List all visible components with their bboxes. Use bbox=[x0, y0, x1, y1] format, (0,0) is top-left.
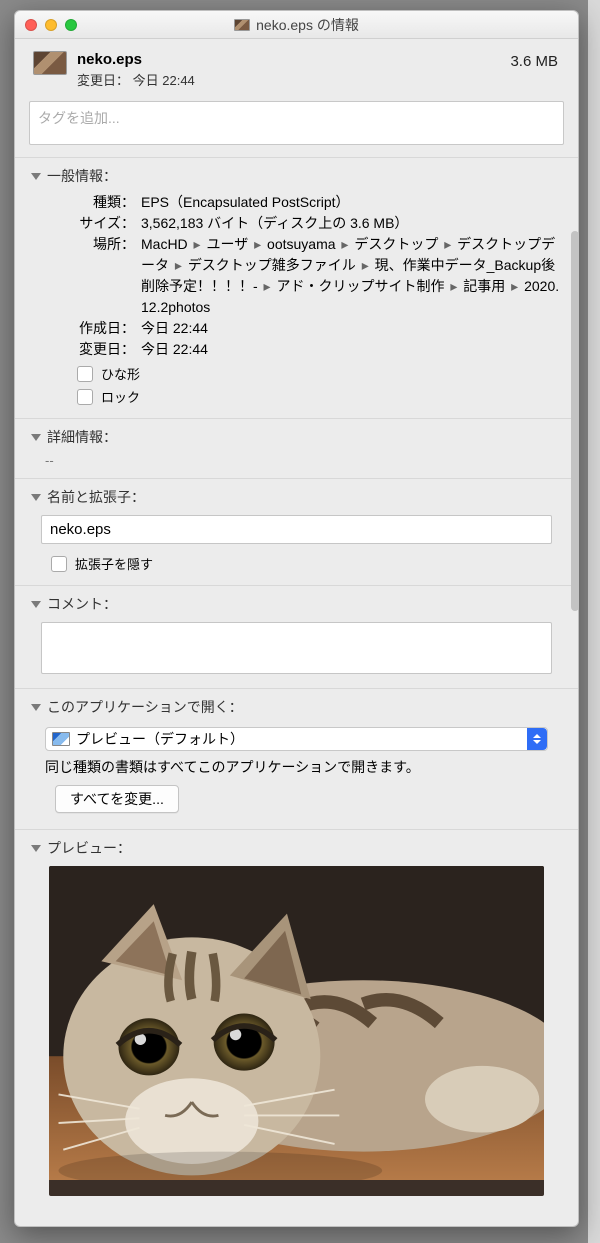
where-value: MacHD ▸ ユーザ ▸ ootsuyama ▸ デスクトップ ▸ デスクトッ… bbox=[141, 234, 562, 318]
stationery-label: ひな形 bbox=[101, 364, 140, 383]
where-label: 場所： bbox=[71, 234, 135, 318]
file-icon bbox=[234, 19, 250, 31]
open-with-note: 同じ種類の書類はすべてこのアプリケーションで開きます。 bbox=[31, 757, 562, 785]
file-name: neko.eps bbox=[77, 51, 195, 68]
section-name-header[interactable]: 名前と拡張子： bbox=[31, 487, 562, 507]
section-preview: プレビュー： bbox=[15, 829, 578, 1206]
comments-textarea[interactable] bbox=[41, 622, 552, 674]
file-header: neko.eps 変更日： 今日 22:44 3.6 MB bbox=[15, 39, 578, 97]
section-more-info: 詳細情報： -- bbox=[15, 418, 578, 478]
tags-input[interactable]: タグを追加... bbox=[29, 101, 564, 145]
section-general-header[interactable]: 一般情報： bbox=[31, 166, 562, 186]
kind-label: 種類： bbox=[71, 192, 135, 213]
stationery-checkbox[interactable] bbox=[77, 366, 93, 382]
created-value: 今日 22:44 bbox=[141, 318, 562, 339]
section-comments-header[interactable]: コメント： bbox=[31, 594, 562, 614]
kind-value: EPS（Encapsulated PostScript） bbox=[141, 192, 562, 213]
file-thumbnail-icon bbox=[33, 51, 67, 75]
stationery-checkbox-row: ひな形 bbox=[77, 364, 562, 383]
hide-ext-checkbox[interactable] bbox=[51, 556, 67, 572]
locked-checkbox-row: ロック bbox=[77, 387, 562, 406]
close-icon[interactable] bbox=[25, 19, 37, 31]
section-open-with-header[interactable]: このアプリケーションで開く： bbox=[31, 697, 562, 717]
file-modified: 変更日： 今日 22:44 bbox=[77, 70, 195, 89]
chevron-down-icon bbox=[31, 601, 41, 608]
section-general: 一般情報： 種類： EPS（Encapsulated PostScript） サ… bbox=[15, 157, 578, 418]
app-icon bbox=[52, 732, 70, 746]
chevron-down-icon bbox=[31, 704, 41, 711]
chevron-down-icon bbox=[31, 845, 41, 852]
chevron-down-icon bbox=[31, 434, 41, 441]
hide-ext-label: 拡張子を隠す bbox=[75, 554, 153, 573]
more-info-empty: -- bbox=[31, 447, 562, 468]
locked-label: ロック bbox=[101, 387, 140, 406]
traffic-lights bbox=[15, 19, 77, 31]
modified-label: 変更日： bbox=[71, 339, 135, 360]
locked-checkbox[interactable] bbox=[77, 389, 93, 405]
select-caret-icon bbox=[527, 728, 547, 750]
section-more-header[interactable]: 詳細情報： bbox=[31, 427, 562, 447]
section-preview-header[interactable]: プレビュー： bbox=[31, 838, 562, 858]
preview-image bbox=[49, 866, 544, 1196]
file-size: 3.6 MB bbox=[510, 53, 558, 70]
change-all-button[interactable]: すべてを変更... bbox=[55, 785, 179, 813]
titlebar[interactable]: neko.eps の情報 bbox=[15, 11, 578, 39]
background-strip bbox=[588, 0, 600, 1243]
info-window: neko.eps の情報 neko.eps 変更日： 今日 22:44 3.6 … bbox=[14, 10, 579, 1227]
chevron-down-icon bbox=[31, 494, 41, 501]
window-title: neko.eps の情報 bbox=[15, 15, 578, 35]
open-with-select[interactable]: プレビュー（デフォルト） bbox=[45, 727, 548, 751]
scrollbar-thumb[interactable] bbox=[571, 231, 579, 611]
section-open-with: このアプリケーションで開く： プレビュー（デフォルト） 同じ種類の書類はすべてこ… bbox=[15, 688, 578, 829]
minimize-icon[interactable] bbox=[45, 19, 57, 31]
name-ext-input[interactable]: neko.eps bbox=[41, 515, 552, 544]
size-value: 3,562,183 バイト（ディスク上の 3.6 MB） bbox=[141, 213, 562, 234]
modified-value: 今日 22:44 bbox=[141, 339, 562, 360]
zoom-icon[interactable] bbox=[65, 19, 77, 31]
created-label: 作成日： bbox=[71, 318, 135, 339]
section-name-ext: 名前と拡張子： neko.eps 拡張子を隠す bbox=[15, 478, 578, 585]
section-comments: コメント： bbox=[15, 585, 578, 688]
window-body: neko.eps 変更日： 今日 22:44 3.6 MB タグを追加... 一… bbox=[15, 39, 578, 1226]
chevron-down-icon bbox=[31, 173, 41, 180]
size-label: サイズ： bbox=[71, 213, 135, 234]
